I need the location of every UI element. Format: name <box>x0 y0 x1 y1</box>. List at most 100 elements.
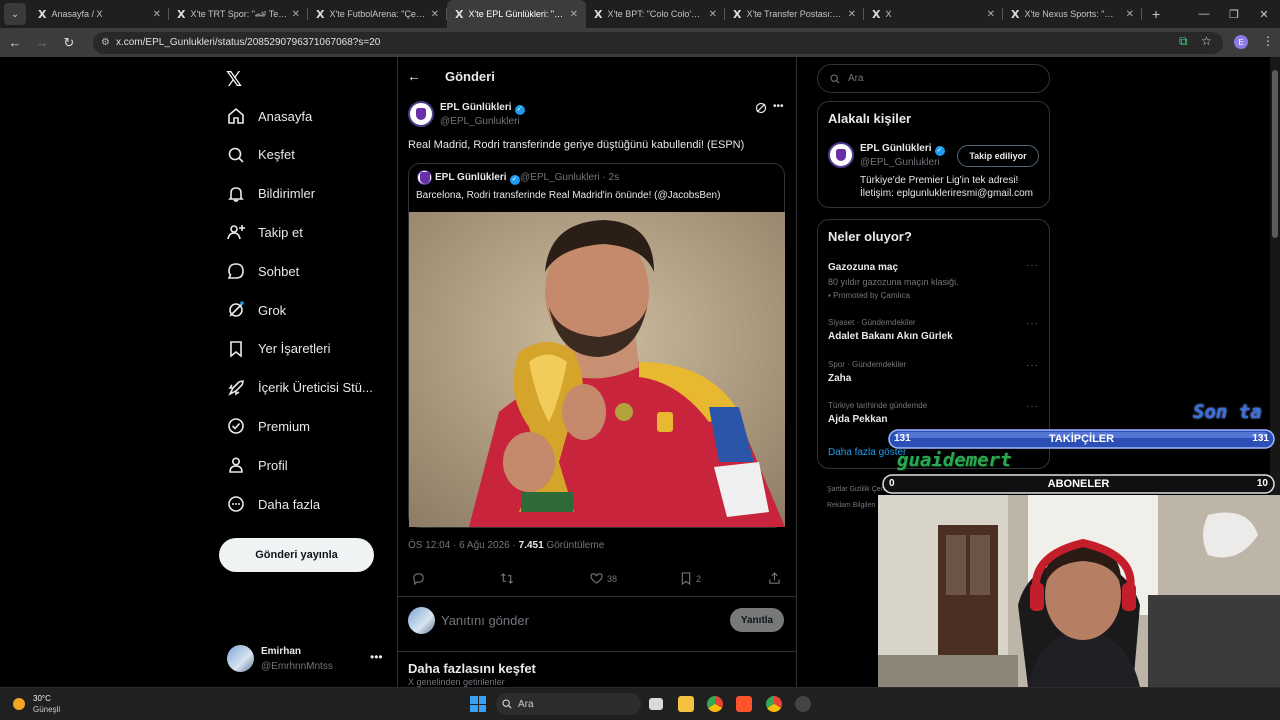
profile-avatar[interactable]: E <box>1234 35 1248 49</box>
nav-label: Yer İşaretleri <box>258 341 331 357</box>
nav-item-profile[interactable]: Profil <box>226 450 288 480</box>
task-view-icon[interactable] <box>649 698 663 710</box>
quote-verified-badge-icon: ✓ <box>509 175 520 185</box>
bookmark-action[interactable]: 2 <box>680 572 701 585</box>
trend-title[interactable]: Ajda Pekkan <box>828 414 887 425</box>
site-info-icon[interactable]: ⚙ <box>101 37 110 48</box>
browser-menu-icon[interactable]: ⋮ <box>1262 34 1274 48</box>
nav-item-rocket[interactable]: İçerik Üreticisi Stü... <box>226 373 373 403</box>
start-button[interactable] <box>470 696 486 712</box>
bookmark-star-icon[interactable]: ☆ <box>1201 34 1212 48</box>
trend-more-icon[interactable]: ··· <box>1026 318 1039 329</box>
browser-tab[interactable]: X X'te Nexus Sports: "🚨 Fr ✕ <box>1003 0 1142 28</box>
grok-explain-icon[interactable] <box>755 101 767 119</box>
nav-item-person-add[interactable]: Takip et <box>226 217 303 247</box>
trend-title[interactable]: Adalet Bakanı Akın Gürlek <box>828 331 953 342</box>
account-name[interactable]: Emirhan <box>261 646 301 657</box>
following-button[interactable]: Takip ediliyor <box>957 145 1039 167</box>
tab-close-icon[interactable]: ✕ <box>1126 9 1134 20</box>
reply-input[interactable]: Yanıtını gönder <box>441 613 529 628</box>
file-explorer-icon[interactable] <box>678 696 694 712</box>
tab-close-icon[interactable]: ✕ <box>570 9 578 20</box>
share-action[interactable] <box>768 572 785 585</box>
related-avatar[interactable] <box>828 142 854 168</box>
brave-icon[interactable] <box>736 696 752 712</box>
reply-action[interactable] <box>412 572 429 585</box>
author-avatar[interactable] <box>408 101 434 127</box>
weather-sun-icon[interactable] <box>13 698 25 710</box>
account-avatar[interactable] <box>227 645 254 672</box>
post-text: Real Madrid, Rodri transferinde geriye d… <box>408 139 745 151</box>
chrome-icon[interactable] <box>707 696 723 712</box>
close-window-button[interactable]: ✕ <box>1248 0 1280 28</box>
x-logo-icon[interactable]: 𝕏 <box>226 67 242 91</box>
nav-item-home[interactable]: Anasayfa <box>226 101 312 131</box>
nav-item-bookmark[interactable]: Yer İşaretleri <box>226 334 331 364</box>
browser-tab[interactable]: X X'te BPT: "Colo Colo'ya tr ✕ <box>586 0 725 28</box>
tab-close-icon[interactable]: ✕ <box>848 9 856 20</box>
browser-tab[interactable]: X X'te EPL Günlükleri: "Real ✕ <box>447 0 586 28</box>
chrome-active-icon[interactable] <box>766 696 782 712</box>
nav-item-more-circle[interactable]: Daha fazla <box>226 489 320 519</box>
nav-item-search[interactable]: Keşfet <box>226 140 295 170</box>
account-handle[interactable]: @EmrhnnMntss <box>261 661 333 672</box>
tab-close-icon[interactable]: ✕ <box>431 9 439 20</box>
nav-item-premium[interactable]: Premium <box>226 411 310 441</box>
nav-item-chat[interactable]: Sohbet <box>226 256 299 286</box>
tab-search-button[interactable]: ⌄ <box>4 3 26 25</box>
related-name[interactable]: EPL Günlükleri ✓ <box>860 143 945 156</box>
tab-close-icon[interactable]: ✕ <box>153 9 161 20</box>
trend-category: Türkiye tarihinde gündemde <box>828 401 928 410</box>
more-circle-icon <box>226 494 246 514</box>
author-handle[interactable]: @EPL_Gunlukleri <box>440 116 520 127</box>
nav-item-bell[interactable]: Bildirimler <box>226 179 315 209</box>
related-handle[interactable]: @EPL_Gunlukleri <box>860 157 940 168</box>
trend-category: Spor · Gündemdekiler <box>828 360 907 369</box>
tab-title: X <box>885 9 892 19</box>
trend-title[interactable]: Zaha <box>828 373 851 384</box>
nav-item-grok[interactable]: Grok <box>226 295 286 325</box>
overlay-ticker-text: Son ta <box>1193 401 1262 423</box>
install-app-icon[interactable]: ⧉ <box>1179 34 1188 49</box>
quote-media-image[interactable] <box>409 212 785 527</box>
back-button[interactable]: ← <box>3 35 27 50</box>
browser-tab[interactable]: X X'te TRT Spor: "🏎 Temsil ✕ <box>169 0 308 28</box>
author-name[interactable]: EPL Günlükleri ✓ <box>440 102 525 115</box>
back-arrow-icon[interactable]: ← <box>407 68 421 84</box>
weather-temperature[interactable]: 30°C <box>33 694 51 703</box>
reply-avatar <box>408 607 435 634</box>
browser-tab[interactable]: X X ✕ <box>864 0 1003 28</box>
repost-action[interactable] <box>500 572 518 585</box>
tab-close-icon[interactable]: ✕ <box>709 9 717 20</box>
taskbar-search[interactable]: Ara <box>496 693 641 715</box>
grok-icon <box>226 300 246 320</box>
minimize-button[interactable]: — <box>1188 0 1220 28</box>
account-more-icon[interactable]: ••• <box>370 650 383 664</box>
rocket-icon <box>226 378 246 398</box>
new-tab-button[interactable]: + <box>1152 6 1160 22</box>
reload-button[interactable]: ↻ <box>57 35 81 51</box>
forward-button[interactable]: → <box>30 35 54 50</box>
weather-condition[interactable]: Güneşli <box>33 705 60 714</box>
discover-title: Daha fazlasını keşfet <box>408 661 536 676</box>
post-more-icon[interactable]: ••• <box>773 101 784 112</box>
browser-tab[interactable]: X X'te FutbolArena: "Çekya ✕ <box>308 0 447 28</box>
trend-title[interactable]: Gazozuna maç <box>828 262 898 273</box>
address-bar[interactable]: ⚙ x.com/EPL_Gunlukleri/status/2085290796… <box>93 31 1223 54</box>
trend-more-icon[interactable]: ··· <box>1026 360 1039 371</box>
reply-button[interactable]: Yanıtla <box>730 608 784 632</box>
search-input[interactable]: Ara <box>817 64 1050 93</box>
post-button[interactable]: Gönderi yayınla <box>219 538 374 572</box>
like-action[interactable]: 38 <box>590 572 617 585</box>
maximize-button[interactable]: ❐ <box>1218 0 1250 28</box>
tab-close-icon[interactable]: ✕ <box>987 9 995 20</box>
trend-more-icon[interactable]: ··· <box>1026 260 1039 271</box>
browser-tab[interactable]: X X'te Transfer Postası: "🔴 ✕ <box>725 0 864 28</box>
trend-more-icon[interactable]: ··· <box>1026 401 1039 412</box>
tab-close-icon[interactable]: ✕ <box>292 9 300 20</box>
footer-ads-link[interactable]: Reklam Bilgileri <box>827 502 875 509</box>
browser-tab[interactable]: X Anasayfa / X ✕ <box>30 0 169 28</box>
tab-title: X'te FutbolArena: "Çekya <box>329 9 427 19</box>
scrollbar-thumb[interactable] <box>1272 70 1278 238</box>
app-icon[interactable] <box>795 696 811 712</box>
